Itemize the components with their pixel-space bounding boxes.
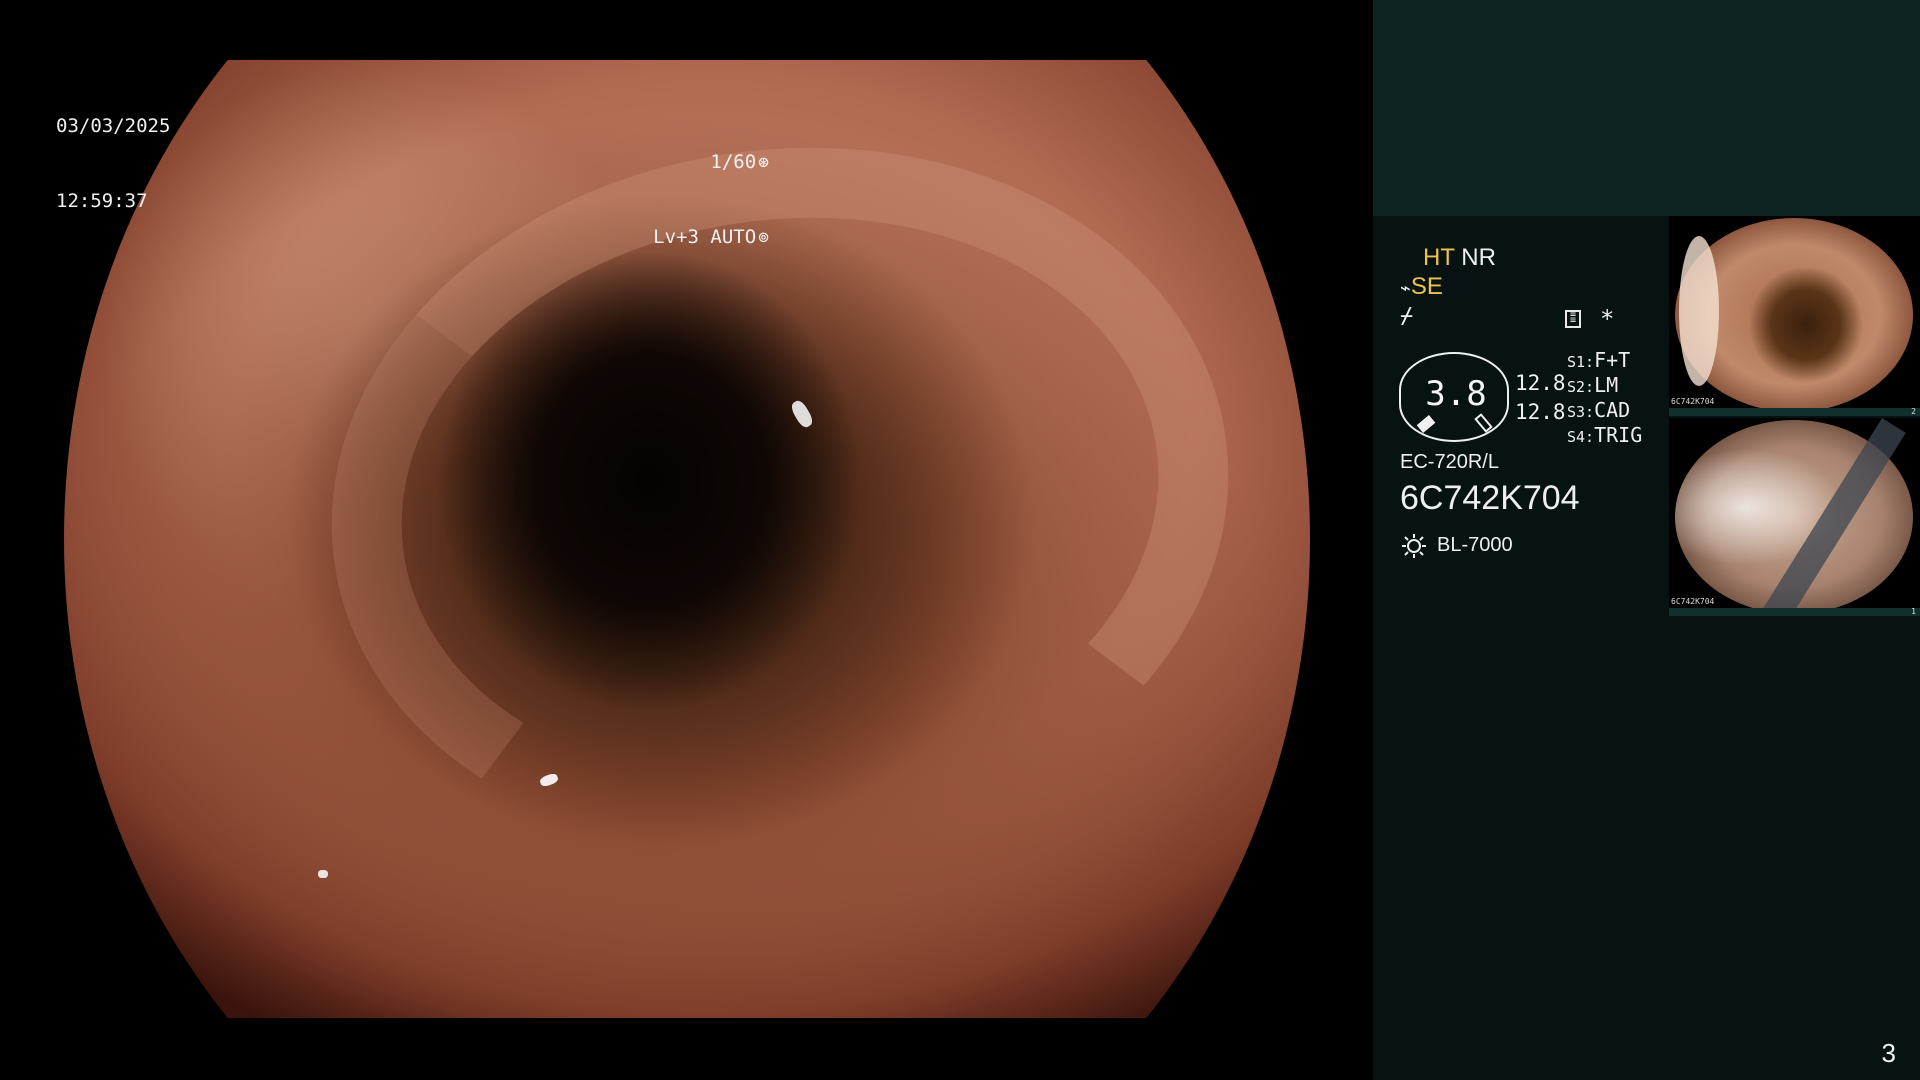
thumbnail-index: 2	[1911, 407, 1916, 416]
slot-key: S3:	[1567, 403, 1595, 421]
slot-key: S1:	[1567, 353, 1595, 371]
thumbnail-highlight	[1679, 236, 1719, 386]
slot-3: S3:CAD	[1567, 398, 1630, 424]
gauge-marker-filled	[1416, 415, 1436, 433]
endoscope-viewport: 03/03/2025 12:59:37 1/60 ⊛ Lv+3 AUTO ⊚	[0, 0, 1373, 1080]
se-label: SE	[1410, 273, 1443, 300]
shutter-text: 1/60	[710, 151, 757, 173]
thumbnail-index: 1	[1911, 607, 1916, 616]
slot-1: S1:F+T	[1567, 348, 1630, 374]
enhancement-status: HT NR	[1423, 245, 1496, 271]
se-status: ⌁SE	[1400, 274, 1443, 301]
asterisk-marker: *	[1600, 305, 1615, 333]
gauge-display: 3.8	[1399, 352, 1509, 442]
info-panel: HT NR ⌁SE ⌿ ≡ ≡ * 3.8 12.8 12.8 S1:F+T S2…	[1373, 0, 1920, 1080]
capture-thumbnail[interactable]: 6C742K704 2	[1669, 216, 1920, 416]
slot-value: LM	[1594, 373, 1619, 397]
exposure-level-text: Lv+3	[653, 226, 699, 248]
slot-value: TRIG	[1594, 423, 1643, 447]
slot-key: S2:	[1567, 378, 1595, 396]
thumbnail-strip	[1669, 408, 1920, 416]
capture-thumbnail[interactable]: 6C742K704 1	[1669, 418, 1920, 616]
slot-2: S2:LM	[1567, 373, 1618, 399]
scope-model: EC-720R/L	[1400, 451, 1499, 473]
date-time-display: 03/03/2025 12:59:37	[56, 64, 170, 264]
slot-value: F+T	[1594, 348, 1631, 372]
pulse-icon: ⌿	[1400, 304, 1414, 329]
thumbnail-serial: 6C742K704	[1671, 597, 1715, 606]
panel-header-area	[1373, 0, 1920, 216]
slot-4: S4:TRIG	[1567, 423, 1642, 449]
value-a: 12.8	[1515, 371, 1566, 395]
time-text: 12:59:37	[56, 190, 148, 212]
thumbnail-serial: 6C742K704	[1671, 397, 1715, 406]
wave-icon: ⌁	[1400, 278, 1411, 298]
date-text: 03/03/2025	[56, 115, 171, 137]
gauge-marker-outline	[1474, 413, 1493, 433]
thumbnail-strip	[1669, 608, 1920, 616]
nr-label: NR	[1461, 244, 1496, 271]
page-number: 3	[1881, 1038, 1896, 1068]
scope-serial: 6C742K704	[1400, 479, 1580, 517]
ht-label: HT	[1423, 244, 1455, 271]
gauge-value: 3.8	[1425, 374, 1487, 414]
settings-icon: ≡ ≡	[1565, 310, 1581, 328]
exposure-mode-text: AUTO	[710, 226, 757, 248]
light-source-model: BL-7000	[1437, 534, 1513, 556]
light-source-icon	[1402, 534, 1426, 558]
slot-key: S4:	[1567, 428, 1595, 446]
slot-value: CAD	[1594, 398, 1631, 422]
specular-highlight	[318, 870, 328, 878]
exposure-display: 1/60 ⊛ Lv+3 AUTO ⊚	[653, 100, 769, 300]
value-b: 12.8	[1515, 400, 1566, 424]
iris-icon: ⊚	[758, 227, 769, 248]
shutter-icon: ⊛	[758, 152, 769, 173]
